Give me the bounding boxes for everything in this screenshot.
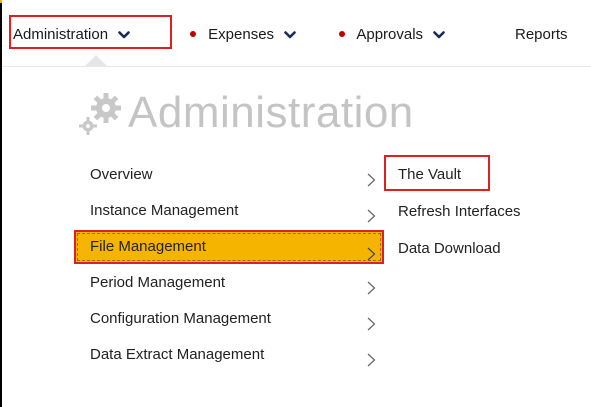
- nav-expenses[interactable]: Expenses: [190, 20, 297, 50]
- nav-administration[interactable]: Administration: [9, 15, 172, 50]
- menu-item-label: Period Management: [90, 274, 226, 291]
- file-management-submenu: The Vault Refresh Interfaces Data Downlo…: [384, 155, 584, 271]
- status-dot: [190, 31, 196, 38]
- chevron-right-icon: [367, 348, 376, 367]
- menu-item-configuration-management[interactable]: Configuration Management: [74, 304, 384, 340]
- gears-icon: [76, 90, 132, 136]
- nav-reports-label: Reports: [515, 26, 568, 43]
- menu-item-period-management[interactable]: Period Management: [74, 268, 384, 304]
- menu-item-data-extract-management[interactable]: Data Extract Management: [74, 340, 384, 376]
- submenu-item-label: Refresh Interfaces: [398, 203, 521, 220]
- menu-item-label: Data Extract Management: [90, 346, 265, 363]
- submenu-item-the-vault[interactable]: The Vault: [384, 155, 584, 197]
- chevron-right-icon: [367, 168, 376, 187]
- menu-item-overview[interactable]: Overview: [74, 160, 384, 196]
- menu-item-instance-management[interactable]: Instance Management: [74, 196, 384, 232]
- submenu-item-refresh-interfaces[interactable]: Refresh Interfaces: [384, 197, 584, 234]
- submenu-item-data-download[interactable]: Data Download: [384, 234, 584, 271]
- chevron-right-icon: [367, 240, 376, 261]
- menu-item-file-management[interactable]: File Management: [74, 230, 384, 264]
- menu-item-label: Instance Management: [90, 202, 239, 219]
- nav-expenses-label: Expenses: [208, 26, 275, 43]
- submenu-item-label: Data Download: [398, 240, 501, 257]
- focus-outline: [77, 233, 381, 261]
- chevron-down-icon: [433, 29, 446, 41]
- nav-approvals-label: Approvals: [356, 26, 424, 43]
- admin-menu: Overview Instance Management File Manage…: [74, 160, 384, 376]
- nav-administration-highlight: [9, 15, 172, 49]
- dropdown-pointer: [85, 55, 107, 66]
- menu-item-label: Configuration Management: [90, 310, 271, 327]
- chevron-right-icon: [367, 204, 376, 223]
- chevron-down-icon: [284, 29, 297, 41]
- chevron-right-icon: [367, 312, 376, 331]
- menu-item-label: Overview: [90, 166, 153, 183]
- panel-title: Administration: [128, 88, 414, 137]
- nav-approvals[interactable]: Approvals: [339, 20, 446, 50]
- chevron-right-icon: [367, 276, 376, 295]
- status-dot: [339, 31, 345, 38]
- submenu-item-highlight: [384, 155, 490, 191]
- nav-reports[interactable]: Reports: [515, 20, 568, 50]
